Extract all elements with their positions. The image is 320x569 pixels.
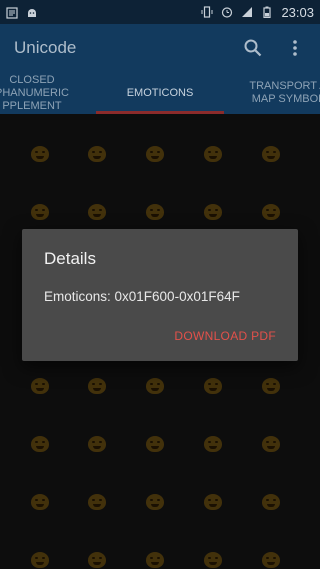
signal-icon — [241, 6, 253, 18]
app-screen: 23:03 Unicode CLOSED PHANUMERIC PPLEMENT… — [0, 0, 320, 569]
alarm-icon — [221, 6, 233, 18]
app-title: Unicode — [14, 38, 77, 57]
battery-icon — [261, 6, 273, 19]
category-tabs: CLOSED PHANUMERIC PPLEMENT EMOTICONS TRA… — [0, 72, 320, 114]
tab-emoticons[interactable]: EMOTICONS — [96, 72, 224, 114]
vibrate-icon — [201, 6, 213, 18]
download-pdf-button[interactable]: DOWNLOAD PDF — [174, 329, 276, 343]
clock-time: 23:03 — [281, 4, 314, 20]
more-vert-icon[interactable] — [284, 37, 306, 59]
notification-icon — [6, 6, 18, 19]
dialog-title: Details — [44, 249, 96, 268]
details-dialog: Details Emoticons: 0x01F600-0x01F64F DOW… — [22, 229, 298, 361]
dialog-message: Emoticons: 0x01F600-0x01F64F — [44, 289, 240, 304]
android-icon — [26, 6, 38, 18]
status-bar: 23:03 — [0, 0, 320, 24]
search-icon[interactable] — [242, 37, 264, 59]
tab-enclosed-alphanumeric-supplement[interactable]: CLOSED PHANUMERIC PPLEMENT — [0, 72, 82, 114]
tab-transport-and-map-symbols[interactable]: TRANSPORT A MAP SYMBOL — [236, 72, 320, 114]
app-bar: Unicode — [0, 24, 320, 72]
